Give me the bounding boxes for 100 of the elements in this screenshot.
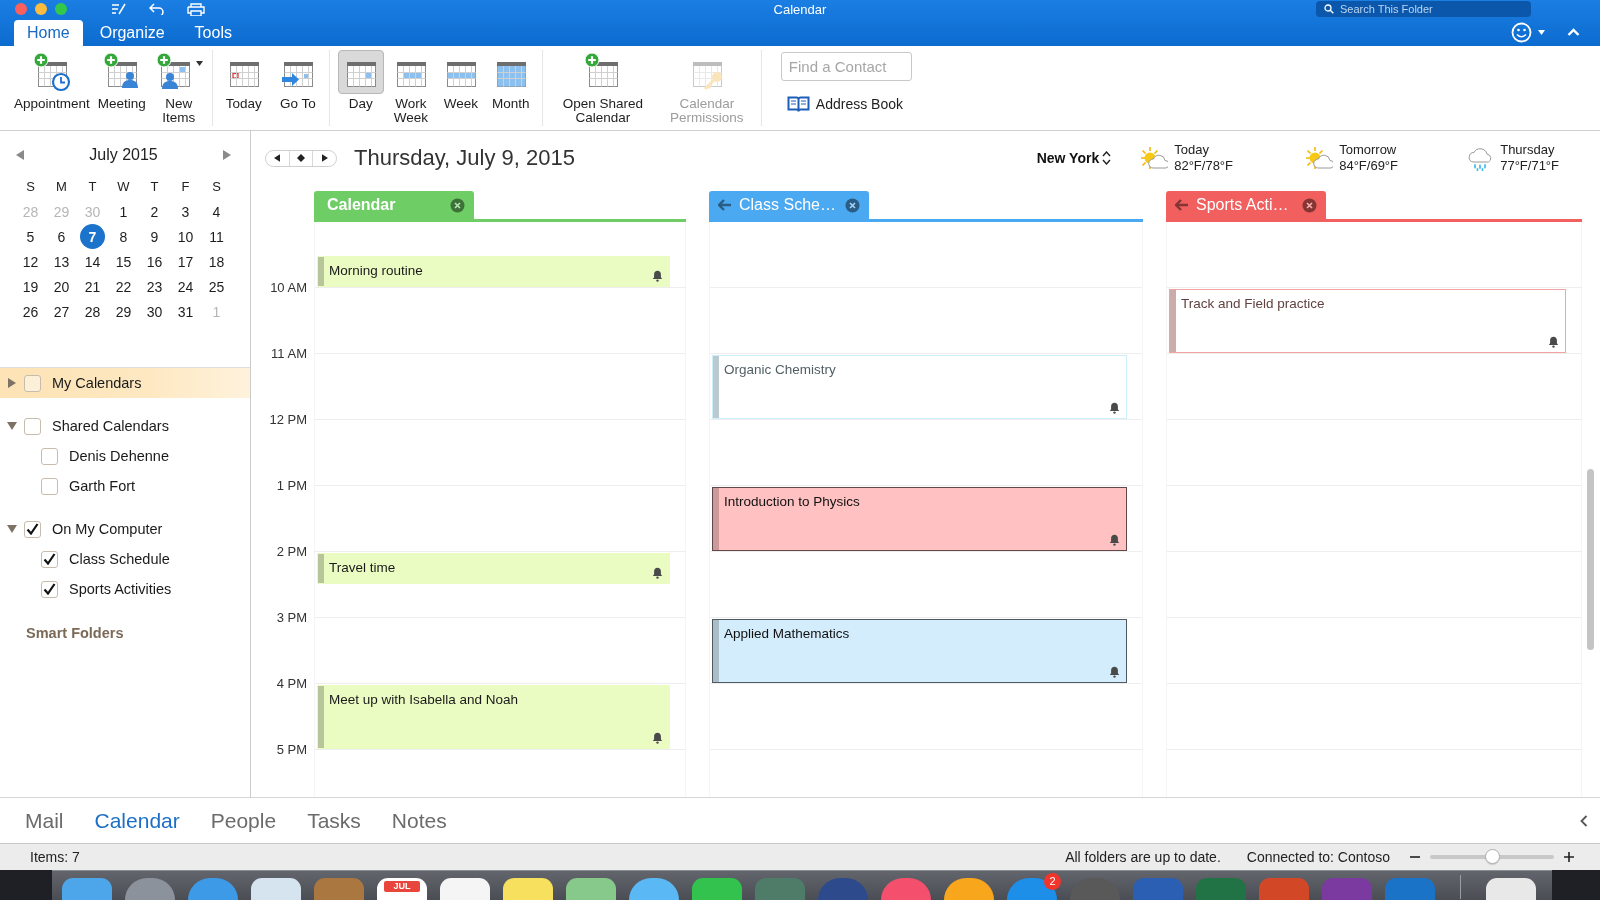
event-block[interactable]: Travel time bbox=[317, 553, 670, 584]
folder-item[interactable]: My Calendars bbox=[0, 368, 250, 398]
close-icon[interactable] bbox=[1302, 197, 1317, 213]
app-icon[interactable] bbox=[440, 878, 490, 900]
caret-down-icon[interactable] bbox=[195, 60, 203, 66]
location-selector[interactable]: New York bbox=[1036, 150, 1112, 166]
app-icon[interactable] bbox=[1486, 878, 1536, 900]
folder-item[interactable]: Denis Dehenne bbox=[0, 441, 250, 471]
chevron-up-icon[interactable] bbox=[1567, 28, 1580, 36]
calendar-day[interactable]: 14 bbox=[80, 249, 105, 274]
calendar-day[interactable]: 9 bbox=[142, 224, 167, 249]
calendar-day[interactable]: 29 bbox=[111, 299, 136, 324]
calendar-day[interactable]: 22 bbox=[111, 274, 136, 299]
calendar-day[interactable]: 4 bbox=[204, 199, 229, 224]
week-view-button[interactable]: Week bbox=[435, 50, 486, 126]
zoom-window-button[interactable] bbox=[55, 3, 67, 15]
calendar-day[interactable]: 24 bbox=[173, 274, 198, 299]
app-icon[interactable] bbox=[62, 878, 112, 900]
app-icon[interactable] bbox=[566, 878, 616, 900]
calendar-day[interactable]: 16 bbox=[142, 249, 167, 274]
app-icon[interactable] bbox=[251, 878, 301, 900]
previous-month-button[interactable] bbox=[16, 150, 24, 160]
calendar-day[interactable]: 21 bbox=[80, 274, 105, 299]
module-tab[interactable]: Mail bbox=[25, 808, 64, 833]
next-month-button[interactable] bbox=[223, 150, 231, 160]
checkbox[interactable] bbox=[24, 374, 41, 392]
app-icon[interactable] bbox=[629, 878, 679, 900]
address-book-button[interactable]: Address Book bbox=[780, 94, 912, 114]
event-block[interactable]: Introduction to Physics bbox=[712, 487, 1127, 551]
checkbox[interactable] bbox=[41, 550, 58, 568]
module-tab[interactable]: People bbox=[210, 808, 277, 833]
checkbox[interactable] bbox=[41, 580, 58, 598]
undo-icon[interactable] bbox=[149, 3, 165, 15]
event-block[interactable]: Organic Chemistry bbox=[712, 355, 1127, 419]
go-to-button[interactable]: Go To bbox=[272, 50, 323, 126]
calendar-day[interactable]: 31 bbox=[173, 299, 198, 324]
ribbon-tab[interactable]: Tools bbox=[181, 20, 245, 46]
ribbon-tab[interactable]: Organize bbox=[86, 20, 178, 46]
slider-thumb[interactable] bbox=[1485, 849, 1500, 864]
checkbox[interactable] bbox=[24, 520, 41, 538]
checkbox[interactable] bbox=[24, 417, 41, 435]
smiley-icon[interactable] bbox=[1511, 21, 1532, 43]
calendar-day[interactable]: 3 bbox=[173, 199, 198, 224]
zoom-in-icon[interactable] bbox=[1564, 852, 1574, 862]
calendar-day[interactable]: 1 bbox=[111, 199, 136, 224]
calendar-day[interactable]: 12 bbox=[18, 249, 43, 274]
arrow-left-icon[interactable] bbox=[1175, 199, 1189, 211]
calendar-day[interactable]: 8 bbox=[111, 224, 136, 249]
calendar-day[interactable]: 17 bbox=[173, 249, 198, 274]
appointment-button[interactable]: Appointment bbox=[12, 50, 92, 126]
module-tab[interactable]: Calendar bbox=[94, 808, 180, 833]
contact-search-field[interactable]: Find a Contact bbox=[780, 52, 912, 81]
minimize-window-button[interactable] bbox=[35, 3, 47, 15]
triangle-down-icon[interactable] bbox=[7, 422, 17, 430]
app-icon[interactable] bbox=[692, 878, 742, 900]
folder-item[interactable]: Class Schedule bbox=[0, 544, 250, 574]
month-view-button[interactable]: Month bbox=[485, 50, 536, 126]
meeting-button[interactable]: Meeting bbox=[95, 50, 148, 126]
app-icon[interactable]: JUL bbox=[377, 878, 427, 900]
app-icon[interactable] bbox=[944, 878, 994, 900]
calendar-day[interactable]: 13 bbox=[49, 249, 74, 274]
new-items-button[interactable]: New Items bbox=[151, 50, 206, 126]
app-icon[interactable] bbox=[188, 878, 238, 900]
calendar-day[interactable]: 15 bbox=[111, 249, 136, 274]
calendar-day[interactable]: 18 bbox=[204, 249, 229, 274]
module-tab[interactable]: Notes bbox=[391, 808, 447, 833]
calendar-day[interactable]: 2 bbox=[142, 199, 167, 224]
close-icon[interactable] bbox=[845, 197, 860, 213]
folder-item[interactable]: Shared Calendars bbox=[0, 411, 250, 441]
event-block[interactable]: Applied Mathematics bbox=[712, 619, 1127, 683]
module-tab[interactable]: Tasks bbox=[307, 808, 361, 833]
checkbox[interactable] bbox=[41, 447, 58, 465]
calendar-day[interactable]: 26 bbox=[18, 299, 43, 324]
print-icon[interactable] bbox=[187, 2, 205, 16]
folder-item[interactable]: Sports Activities bbox=[0, 574, 250, 604]
checkbox[interactable] bbox=[41, 477, 58, 495]
event-block[interactable]: Morning routine bbox=[317, 256, 670, 287]
today-button[interactable]: Today bbox=[218, 50, 269, 126]
chevron-left-icon[interactable] bbox=[1580, 814, 1588, 827]
calendar-day[interactable]: 30 bbox=[142, 299, 167, 324]
event-block[interactable]: Track and Field practice bbox=[1169, 289, 1566, 353]
scrollbar-thumb[interactable] bbox=[1587, 469, 1594, 650]
calendar-day[interactable]: 7 bbox=[80, 224, 105, 249]
event-block[interactable]: Meet up with Isabella and Noah bbox=[317, 685, 670, 749]
folder-item[interactable]: On My Computer bbox=[0, 514, 250, 544]
search-field[interactable]: Search This Folder bbox=[1316, 1, 1531, 17]
calendar-day[interactable]: 6 bbox=[49, 224, 74, 249]
calendar-day[interactable]: 19 bbox=[18, 274, 43, 299]
calendar-day[interactable]: 5 bbox=[18, 224, 43, 249]
calendar-day[interactable]: 11 bbox=[204, 224, 229, 249]
calendar-day[interactable]: 10 bbox=[173, 224, 198, 249]
app-icon[interactable] bbox=[503, 878, 553, 900]
edit-icon[interactable] bbox=[111, 3, 127, 15]
open-shared-calendar-button[interactable]: Open Shared Calendar bbox=[554, 50, 651, 126]
ribbon-tab[interactable]: Home bbox=[14, 20, 83, 46]
work-week-button[interactable]: Work Week bbox=[385, 50, 436, 126]
triangle-right-icon[interactable] bbox=[8, 378, 16, 388]
calendar-day[interactable]: 23 bbox=[142, 274, 167, 299]
calendar-day[interactable]: 20 bbox=[49, 274, 74, 299]
calendar-day[interactable]: 28 bbox=[80, 299, 105, 324]
